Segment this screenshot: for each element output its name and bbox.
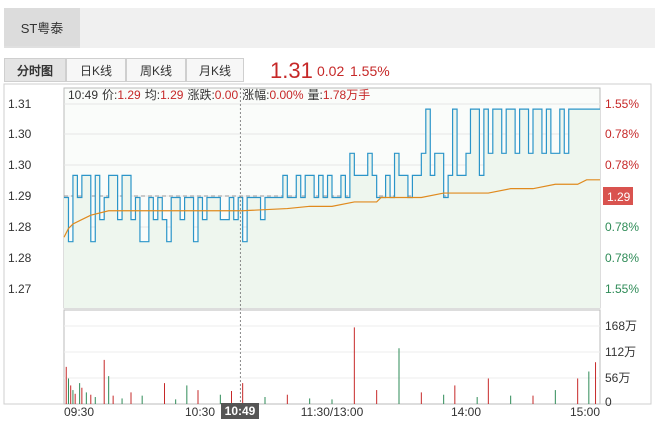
- info-bar: 10:49 价:1.29 均:1.29 涨跌:0.00 涨幅:0.00% 量:1.78万手: [68, 87, 370, 102]
- info-bar-part: 涨跌:: [187, 87, 214, 102]
- info-bar-part: 量:: [308, 88, 323, 102]
- info-bar-part: 0.00%: [269, 88, 303, 102]
- info-bar-part: 均:: [145, 88, 160, 102]
- y-tick-right: 0.78%: [605, 220, 639, 234]
- x-tick: 15:00: [570, 405, 600, 419]
- info-bar-part: 10:49: [68, 88, 98, 102]
- prev-close-badge-label: 1.29: [607, 190, 631, 204]
- volume-tick: 168万: [605, 319, 637, 333]
- y-tick-right: 0.78%: [605, 127, 639, 141]
- info-bar-part: 0.00: [215, 88, 239, 102]
- y-tick-left: 1.28: [8, 251, 32, 265]
- y-tick-right: 1.55%: [605, 282, 639, 296]
- y-tick-left: 1.30: [8, 127, 32, 141]
- y-tick-right: 0.78%: [605, 158, 639, 172]
- y-tick-left: 1.28: [8, 220, 32, 234]
- crosshair-time-label: 10:49: [225, 404, 256, 418]
- x-tick: 10:30: [185, 405, 215, 419]
- y-tick-right: 0.78%: [605, 251, 639, 265]
- volume-panel-frame: [63, 309, 601, 405]
- info-bar-part: 1.78万手: [323, 88, 370, 102]
- intraday-chart[interactable]: 1.31 1.30 1.30 1.29 1.28 1.28 1.27 1.55% 0.78% 0.…: [0, 0, 655, 425]
- volume-tick: 112万: [605, 345, 636, 359]
- info-bar-part: 1.29: [117, 88, 141, 102]
- volume-tick: 56万: [605, 371, 630, 385]
- y-tick-left: 1.27: [8, 282, 32, 296]
- info-bar-part: 价:: [102, 88, 117, 102]
- y-tick-left: 1.31: [8, 97, 32, 111]
- x-tick: 14:00: [451, 405, 481, 419]
- y-tick-right: 1.55%: [605, 97, 639, 111]
- volume-tick: 0: [605, 395, 612, 409]
- info-bar-part: 1.29: [160, 88, 184, 102]
- y-tick-left: 1.29: [8, 189, 32, 203]
- x-tick: 11:30/13:00: [301, 405, 364, 419]
- info-bar-part: 涨幅:: [242, 87, 269, 102]
- x-tick: 09:30: [64, 405, 94, 419]
- y-tick-left: 1.30: [8, 158, 32, 172]
